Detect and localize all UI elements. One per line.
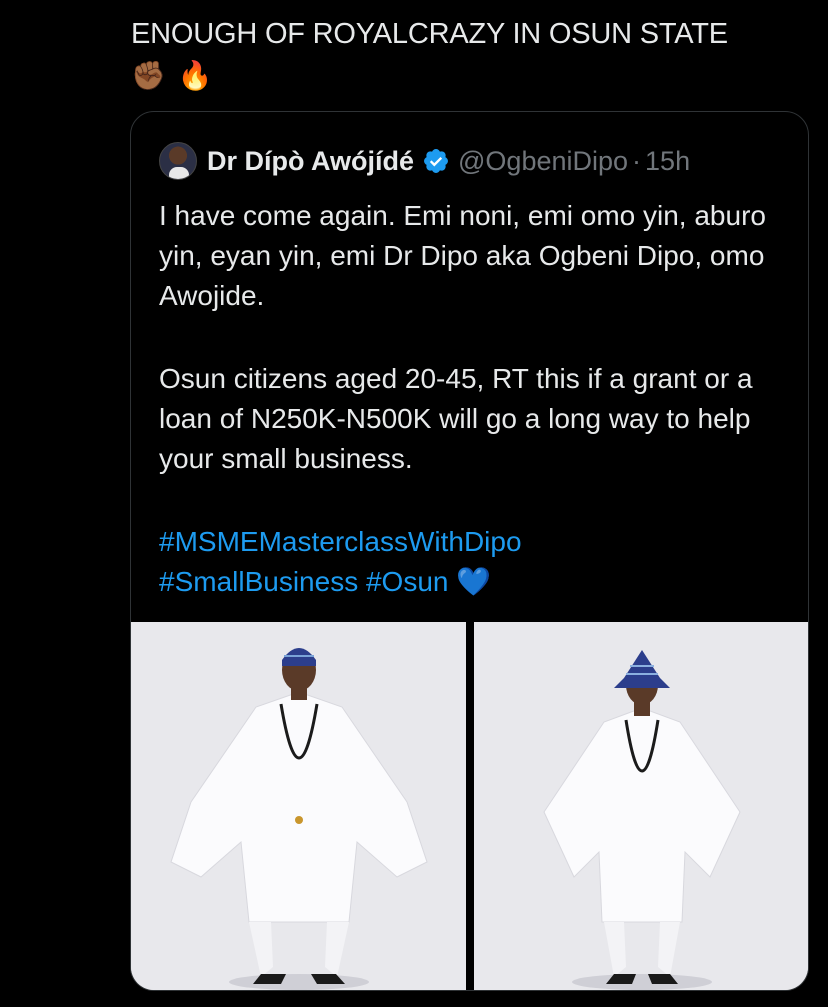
- author-handle[interactable]: @OgbeniDipo: [458, 146, 628, 177]
- hashtag-link[interactable]: #Osun: [366, 566, 449, 597]
- fire-emoji: 🔥: [177, 59, 213, 92]
- quoted-tweet-header: Dr Dípò Awójídé @OgbeniDipo · 15h: [159, 142, 690, 180]
- tweet-timestamp[interactable]: 15h: [645, 146, 690, 177]
- raised-fist-emoji: ✊🏾: [131, 59, 166, 92]
- tweet-text: ENOUGH OF ROYALCRAZY IN OSUN STATE: [131, 18, 728, 50]
- hashtag-link[interactable]: #MSMEMasterclassWithDipo: [159, 526, 522, 557]
- quoted-tweet-card[interactable]: Dr Dípò Awójídé @OgbeniDipo · 15h I have…: [130, 111, 809, 991]
- attached-photo-2[interactable]: [474, 622, 808, 990]
- separator-dot: ·: [632, 145, 642, 176]
- attached-photo-1[interactable]: [131, 622, 466, 990]
- tweet-emojis: ✊🏾 🔥: [131, 58, 213, 94]
- quoted-tweet-paragraph-1: I have come again. Emi noni, emi omo yin…: [159, 200, 766, 311]
- hashtag-link[interactable]: #SmallBusiness: [159, 566, 358, 597]
- man-in-agbada-photo-2: [474, 622, 808, 990]
- man-in-agbada-photo-1: [131, 622, 466, 990]
- hashtag-block: #MSMEMasterclassWithDipo #SmallBusiness …: [159, 522, 789, 602]
- profile-avatar[interactable]: [159, 142, 197, 180]
- blue-heart-emoji: 💙: [456, 565, 492, 598]
- author-display-name[interactable]: Dr Dípò Awójídé: [207, 146, 414, 177]
- quoted-tweet-paragraph-2: Osun citizens aged 20-45, RT this if a g…: [159, 363, 753, 474]
- verified-badge-icon: [424, 149, 448, 173]
